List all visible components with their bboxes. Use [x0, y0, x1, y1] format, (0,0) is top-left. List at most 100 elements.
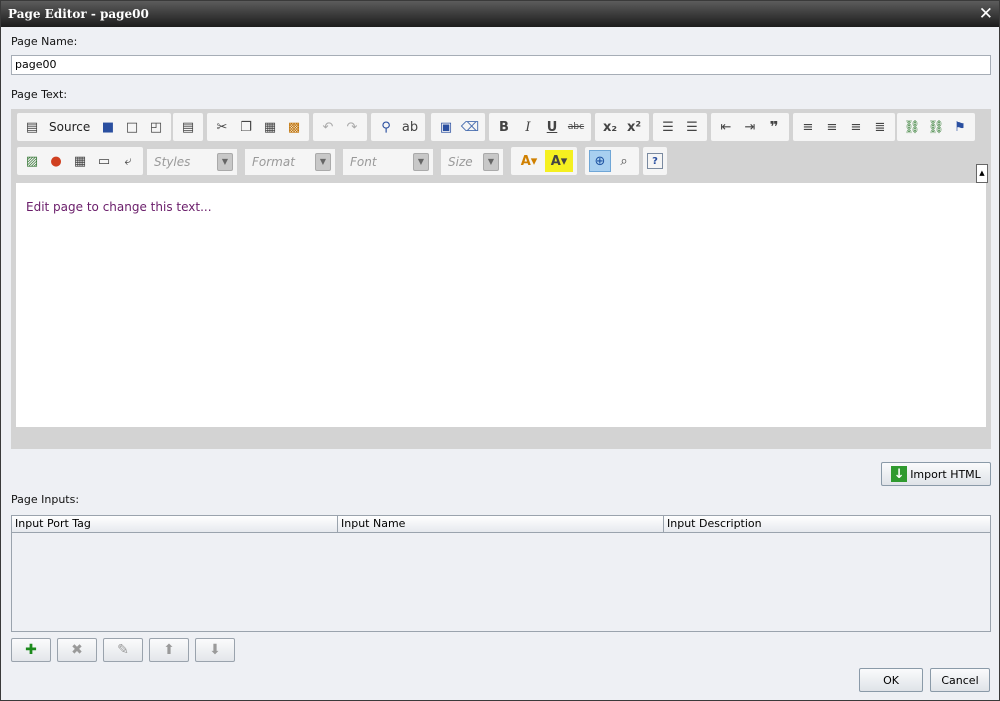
toolbar-group-clipboard: ✂ ❐ ▦ ▩ — [207, 113, 309, 141]
collapse-toolbar-icon[interactable]: ▲ — [976, 164, 988, 183]
outdent-icon[interactable]: ⇤ — [715, 116, 737, 138]
page-editor-window: Page Editor - page00 ✕ Page Name: page00… — [0, 0, 1000, 701]
delete-icon: ✖ — [71, 642, 83, 658]
subscript-icon[interactable]: x₂ — [599, 116, 621, 138]
background-color-icon[interactable]: A▾ — [545, 150, 573, 172]
save-icon[interactable]: ■ — [97, 116, 119, 138]
toolbar-group-undo: ↶ ↷ — [313, 113, 367, 141]
image-icon[interactable]: ▨ — [21, 150, 43, 172]
close-icon[interactable]: ✕ — [979, 4, 993, 24]
title-bar[interactable]: Page Editor - page00 ✕ — [1, 1, 999, 27]
size-combo-label: Size — [448, 155, 473, 169]
align-right-icon[interactable]: ≡ — [845, 116, 867, 138]
redo-icon[interactable]: ↷ — [341, 116, 363, 138]
toolbar-group-templates: ▤ — [173, 113, 203, 141]
flash-icon[interactable]: ● — [45, 150, 67, 172]
chevron-down-icon[interactable]: ▼ — [217, 153, 233, 171]
table-header: Input Port Tag Input Name Input Descript… — [12, 516, 990, 533]
edit-input-button[interactable]: ✎ — [103, 638, 143, 662]
horizontal-rule-icon[interactable]: ▭ — [93, 150, 115, 172]
toolbar-group-find: ⚲ ab — [371, 113, 425, 141]
find-icon[interactable]: ⚲ — [375, 116, 397, 138]
numbered-list-icon[interactable]: ☰ — [657, 116, 679, 138]
justify-icon[interactable]: ≣ — [869, 116, 891, 138]
download-arrow-icon: ↓ — [891, 466, 908, 482]
table-icon[interactable]: ▦ — [69, 150, 91, 172]
source-button[interactable]: Source — [45, 116, 94, 138]
templates-icon[interactable]: ▤ — [177, 116, 199, 138]
column-header-input-description[interactable]: Input Description — [664, 516, 989, 532]
toolbar-group-insert: ▨ ● ▦ ▭ ⤶ — [17, 147, 143, 175]
size-combo[interactable]: Size ▼ — [441, 149, 503, 175]
bulleted-list-icon[interactable]: ☰ — [681, 116, 703, 138]
maximize-icon[interactable]: ⊕ — [589, 150, 611, 172]
unlink-icon[interactable]: ⛓ — [925, 116, 947, 138]
select-all-icon[interactable]: ▣ — [435, 116, 457, 138]
import-html-button[interactable]: ↓ Import HTML — [881, 462, 991, 486]
toolbar-group-help: ? — [643, 147, 667, 175]
indent-icon[interactable]: ⇥ — [739, 116, 761, 138]
format-combo-label: Format — [252, 155, 295, 169]
strikethrough-icon[interactable]: abc — [565, 116, 587, 138]
replace-icon[interactable]: ab — [399, 116, 421, 138]
chevron-down-icon[interactable]: ▼ — [483, 153, 499, 171]
delete-input-button[interactable]: ✖ — [57, 638, 97, 662]
toolbar-group-links: ⛓ ⛓ ⚑ — [897, 113, 975, 141]
page-break-icon[interactable]: ⤶ — [117, 150, 139, 172]
styles-combo[interactable]: Styles ▼ — [147, 149, 237, 175]
page-inputs-label: Page Inputs: — [11, 493, 80, 506]
italic-icon[interactable]: I — [517, 116, 539, 138]
superscript-icon[interactable]: x² — [623, 116, 645, 138]
help-icon[interactable]: ? — [647, 153, 663, 169]
cancel-button[interactable]: Cancel — [930, 668, 990, 692]
page-text-label: Page Text: — [11, 88, 68, 101]
page-name-label: Page Name: — [11, 35, 78, 48]
font-combo[interactable]: Font ▼ — [343, 149, 433, 175]
blockquote-icon[interactable]: ❞ — [763, 116, 785, 138]
add-input-button[interactable]: ✚ — [11, 638, 51, 662]
format-combo[interactable]: Format ▼ — [245, 149, 335, 175]
pencil-icon: ✎ — [117, 642, 129, 658]
text-color-icon[interactable]: A▾ — [515, 150, 543, 172]
toolbar-group-basic-style: B I U abc — [489, 113, 591, 141]
chevron-down-icon[interactable]: ▼ — [413, 153, 429, 171]
paste-icon[interactable]: ▦ — [259, 116, 281, 138]
link-icon[interactable]: ⛓ — [901, 116, 923, 138]
page-name-field[interactable]: page00 — [11, 55, 991, 75]
column-header-input-port-tag[interactable]: Input Port Tag — [12, 516, 338, 532]
editor-content-text: Edit page to change this text... — [26, 200, 212, 214]
editor-content-area[interactable]: Edit page to change this text... — [16, 183, 986, 427]
align-center-icon[interactable]: ≡ — [821, 116, 843, 138]
toolbar-group-lists: ☰ ☰ — [653, 113, 707, 141]
anchor-flag-icon[interactable]: ⚑ — [949, 116, 971, 138]
font-combo-label: Font — [350, 155, 377, 169]
undo-icon[interactable]: ↶ — [317, 116, 339, 138]
paste-word-icon[interactable]: ▩ — [283, 116, 305, 138]
underline-icon[interactable]: U — [541, 116, 563, 138]
toolbar-group-align: ≡ ≡ ≡ ≣ — [793, 113, 895, 141]
preview-icon[interactable]: ◰ — [145, 116, 167, 138]
show-blocks-icon[interactable]: ⌕ — [613, 150, 635, 172]
arrow-up-icon: ⬆ — [163, 642, 175, 658]
chevron-down-icon[interactable]: ▼ — [315, 153, 331, 171]
move-down-button[interactable]: ⬇ — [195, 638, 235, 662]
toolbar-group-select: ▣ ⌫ — [431, 113, 485, 141]
toolbar-group-tools: ⊕ ⌕ — [585, 147, 639, 175]
bold-icon[interactable]: B — [493, 116, 515, 138]
styles-combo-label: Styles — [154, 155, 191, 169]
new-page-icon[interactable]: □ — [121, 116, 143, 138]
ok-button[interactable]: OK — [859, 668, 923, 692]
align-left-icon[interactable]: ≡ — [797, 116, 819, 138]
arrow-down-icon: ⬇ — [209, 642, 221, 658]
column-header-input-name[interactable]: Input Name — [338, 516, 664, 532]
page-inputs-table[interactable]: Input Port Tag Input Name Input Descript… — [11, 515, 991, 632]
copy-icon[interactable]: ❐ — [235, 116, 257, 138]
toolbar-group-file: ■ □ ◰ — [93, 113, 171, 141]
window-title: Page Editor - page00 — [8, 7, 149, 21]
toolbar-group-indent: ⇤ ⇥ ❞ — [711, 113, 789, 141]
toolbar-group-script: x₂ x² — [595, 113, 649, 141]
remove-format-icon[interactable]: ⌫ — [459, 116, 481, 138]
move-up-button[interactable]: ⬆ — [149, 638, 189, 662]
cut-icon[interactable]: ✂ — [211, 116, 233, 138]
plus-icon: ✚ — [25, 642, 37, 658]
